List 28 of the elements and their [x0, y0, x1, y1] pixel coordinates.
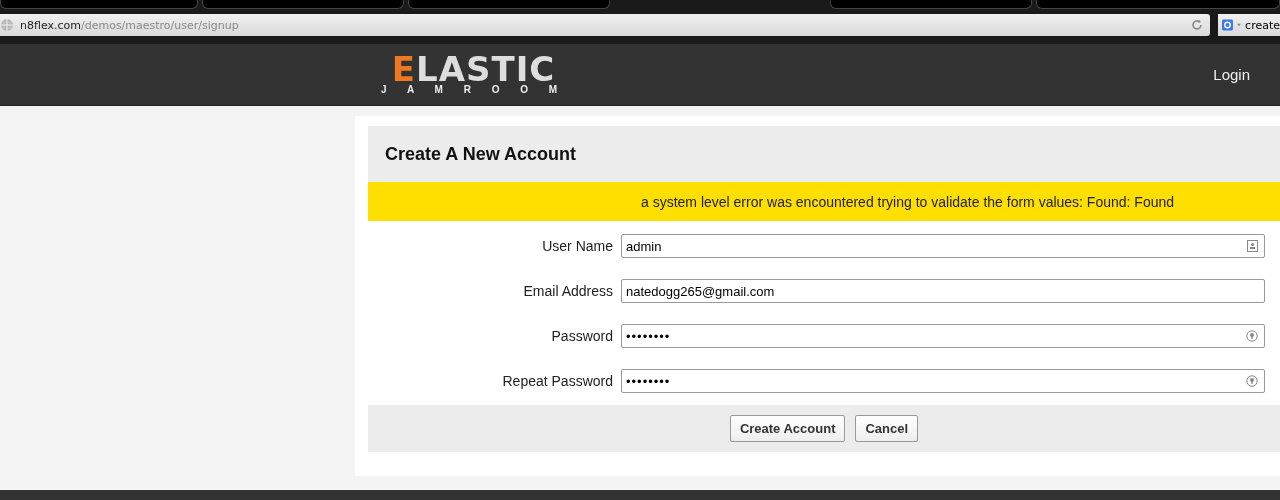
browser-tab[interactable]	[1036, 0, 1280, 9]
field-label: Repeat Password	[501, 373, 614, 389]
field-label: Email Address	[522, 283, 614, 299]
search-engine-icon	[1222, 17, 1233, 33]
cancel-button[interactable]: Cancel	[855, 415, 919, 442]
dropdown-caret-icon[interactable]	[1236, 23, 1242, 27]
error-message: a system level error was encountered trying to validate the form values: Found: Found	[368, 182, 1280, 221]
form-title: Create A New Account	[368, 126, 1280, 182]
key-icon[interactable]	[1246, 375, 1258, 387]
field-label: Password	[550, 328, 614, 344]
password-field[interactable]: ••••••••	[621, 369, 1265, 393]
reload-icon[interactable]	[1190, 18, 1204, 32]
nav-link[interactable]: Login	[1213, 66, 1250, 83]
browser-tab[interactable]	[0, 0, 198, 9]
browser-tab[interactable]	[830, 0, 1032, 9]
field-label: User Name	[541, 238, 614, 254]
globe-icon	[0, 18, 14, 32]
search-field[interactable]: create	[1218, 14, 1280, 36]
browser-tab[interactable]	[202, 0, 404, 9]
input-field[interactable]: admin	[621, 234, 1265, 258]
input-field[interactable]: natedogg265@gmail.com	[621, 279, 1265, 303]
site-logo[interactable]: ELASTIC J A M R O O M	[381, 53, 567, 96]
password-field[interactable]: ••••••••	[621, 324, 1265, 348]
contact-card-icon[interactable]	[1247, 240, 1258, 252]
key-icon[interactable]	[1246, 330, 1258, 342]
browser-tab[interactable]	[408, 0, 610, 9]
address-bar-url[interactable]: n8flex.com/demos/maestro/user/signup	[20, 18, 239, 32]
create-account-button[interactable]: Create Account	[729, 415, 846, 442]
